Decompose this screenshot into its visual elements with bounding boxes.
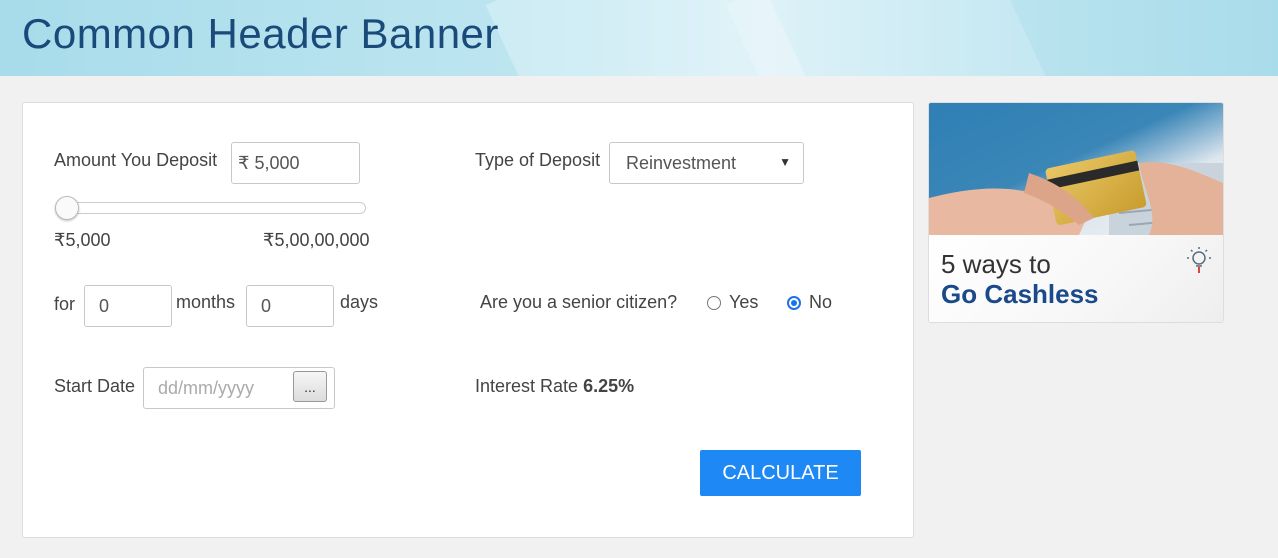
senior-yes-label[interactable]: Yes <box>729 292 758 313</box>
calculate-button[interactable]: CALCULATE <box>700 450 861 496</box>
amount-slider-handle[interactable] <box>55 196 79 220</box>
amount-input[interactable]: ₹ 5,000 <box>231 142 360 184</box>
months-label: months <box>176 292 236 312</box>
deposit-type-label: Type of Deposit <box>475 150 601 170</box>
date-picker-button[interactable]: ... <box>293 371 327 402</box>
senior-no-label[interactable]: No <box>809 292 832 313</box>
senior-no-radio[interactable] <box>787 296 801 310</box>
interest-rate-value: 6.25% <box>583 376 635 396</box>
amount-slider-track[interactable] <box>55 202 366 214</box>
banner-title: Common Header Banner <box>22 10 499 57</box>
credit-card-hands-icon <box>929 103 1223 235</box>
deposit-type-value: Reinvestment <box>626 152 737 173</box>
for-label: for <box>54 294 76 314</box>
dropdown-arrow-icon: ▼ <box>779 155 791 169</box>
amount-label: Amount You Deposit <box>54 150 218 170</box>
days-label: days <box>340 292 379 312</box>
start-date-label: Start Date <box>54 376 136 396</box>
interest-rate: Interest Rate 6.25% <box>475 376 634 397</box>
interest-rate-label: Interest Rate <box>475 376 579 396</box>
go-cashless-ad[interactable]: 5 ways to Go Cashless <box>928 102 1224 323</box>
header-banner: Common Header Banner <box>0 0 1278 76</box>
ad-line2: Go Cashless <box>941 279 1099 309</box>
slider-max-label: ₹5,00,00,000 <box>263 230 370 250</box>
senior-citizen-label: Are you a senior citizen? <box>480 292 678 312</box>
senior-yes-radio[interactable] <box>707 296 721 310</box>
lightbulb-icon <box>1187 247 1211 273</box>
days-input[interactable]: 0 <box>246 285 334 327</box>
slider-min-label: ₹5,000 <box>54 230 111 250</box>
deposit-calculator-card: Amount You Deposit ₹ 5,000 ₹5,000 ₹5,00,… <box>22 102 914 538</box>
ad-line1: 5 ways to <box>941 249 1051 279</box>
banner-decoration <box>725 0 1055 76</box>
months-input[interactable]: 0 <box>84 285 172 327</box>
deposit-type-select[interactable]: Reinvestment ▼ <box>609 142 804 184</box>
